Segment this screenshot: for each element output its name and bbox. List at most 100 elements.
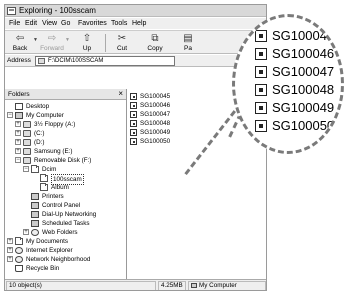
title-bar[interactable]: Exploring - 100sscam [5,5,266,17]
folders-pane: Folders × Desktop − My Computer +3½ Floppy … [5,89,127,279]
tree-item-label: Dcim [42,166,57,173]
menu-file[interactable]: File [9,19,20,28]
copy-button[interactable]: ⧉ Copy [141,32,169,54]
tree-item-label: Dial-Up Networking [42,211,97,218]
file-name: SG100045 [140,93,171,100]
folders-title: Folders [8,91,30,98]
zoomed-file-name: SG100046 [272,46,335,61]
computer-icon [191,283,197,288]
tree-item-label: My Documents [26,238,68,245]
tree-item-label: Removable Disk (F:) [34,157,92,164]
expand-icon[interactable]: + [23,229,29,235]
copy-icon: ⧉ [151,33,159,44]
clipboard-icon: ▤ [183,33,193,44]
tree-item-label: Internet Explorer [26,247,73,254]
expand-icon[interactable]: + [7,256,13,262]
menu-go[interactable]: Go [61,19,70,28]
image-file-icon [130,129,137,136]
zoomed-file-name: SG100048 [272,82,335,97]
forward-dropdown-icon[interactable]: ▼ [65,37,70,43]
folder-icon [31,165,39,173]
collapse-icon[interactable]: − [7,112,13,118]
tree-item-label: Network Neighborhood [26,256,91,263]
zoomed-file-name: SG100047 [272,64,335,79]
image-file-icon [130,120,137,127]
menu-favorites[interactable]: Favorites [78,19,107,28]
up-button[interactable]: ⇧ Up [73,32,101,54]
toolbar-separator [105,34,106,52]
menu-edit[interactable]: Edit [25,19,37,28]
address-value: F:\DCIM\100SSCAM [48,58,104,64]
tree-item-label: Printers [42,193,64,200]
image-file-icon [255,120,267,132]
tree-item-label: Recycle Bin [26,265,60,272]
image-file-icon [255,30,267,42]
explorer-window-icon [7,7,16,15]
zoom-callout: SG100045 SG100046 SG100047 SG100048 SG100049… [232,14,344,154]
image-file-icon [255,84,267,96]
internet-explorer-icon [15,247,23,254]
image-file-icon [255,66,267,78]
folder-open-icon [40,174,48,182]
scheduled-tasks-icon [31,220,39,227]
explorer-window: Exploring - 100sscam File Edit View Go F… [4,4,267,291]
menu-view[interactable]: View [42,19,57,28]
forward-arrow-icon: ⇨ [47,33,57,44]
tree-item-label: Desktop [26,103,50,110]
status-object-count: 10 object(s) [6,281,156,290]
address-bar: Address F:\DCIM\100SSCAM [5,55,266,67]
expand-icon[interactable]: + [15,139,21,145]
recycle-bin-icon [15,265,23,272]
expand-icon[interactable]: + [15,130,21,136]
collapse-icon[interactable]: − [15,157,21,163]
tree-item-label: Scheduled Tasks [42,220,90,227]
folder-icon [38,58,45,64]
web-folders-icon [31,229,39,236]
menu-bar: File Edit View Go Favorites Tools Help [5,18,266,29]
expand-icon[interactable]: + [7,247,13,253]
folders-header: Folders × [5,89,126,100]
drive-icon [23,139,31,146]
menu-help[interactable]: Help [132,19,146,28]
tree-item-label: (C:) [34,130,45,137]
tree-item-label: Album [51,184,69,191]
expand-icon[interactable]: + [7,238,13,244]
file-name: SG100046 [140,102,171,109]
address-label: Address [7,57,31,64]
menu-tools[interactable]: Tools [111,19,127,28]
status-location: My Computer [188,281,266,290]
computer-icon [15,112,23,119]
image-file-icon [255,48,267,60]
paste-button[interactable]: ▤ Pa [174,32,202,54]
up-folder-icon: ⇧ [82,33,92,44]
image-file-icon [255,102,267,114]
file-name: SG100047 [140,111,171,118]
address-input[interactable]: F:\DCIM\100SSCAM [35,56,175,66]
desktop-icon [15,103,23,110]
toolbar: ⇦ Back ▼ ⇨ Forward ▼ ⇧ Up ✂ Cut ⧉ Copy ▤… [5,30,266,54]
tree-item-label: Samsung (E:) [34,148,73,155]
control-panel-icon [31,202,39,209]
status-bar: 10 object(s) 4.25MB My Computer [5,279,266,290]
image-file-icon [130,93,137,100]
zoomed-file-name: SG100049 [272,100,335,115]
image-file-icon [130,138,137,145]
cut-button[interactable]: ✂ Cut [108,32,136,54]
image-file-icon [130,102,137,109]
zoomed-file-name: SG100050 [272,118,335,133]
drive-icon [23,130,31,137]
collapse-icon[interactable]: − [23,166,29,172]
tree-item-label: 3½ Floppy (A:) [34,121,76,128]
zoomed-file-name: SG100045 [272,28,335,43]
folder-icon [15,237,23,245]
forward-button[interactable]: ⇨ Forward [38,32,66,54]
expand-icon[interactable]: + [15,121,21,127]
window-title: Exploring - 100sscam [19,6,96,15]
expand-icon[interactable]: + [15,148,21,154]
tree-item-label: Web Folders [42,229,78,236]
network-icon [15,256,23,263]
dialup-icon [31,211,39,218]
removable-disk-icon [23,157,31,164]
back-button[interactable]: ⇦ Back [6,32,34,54]
close-icon[interactable]: × [118,89,123,99]
